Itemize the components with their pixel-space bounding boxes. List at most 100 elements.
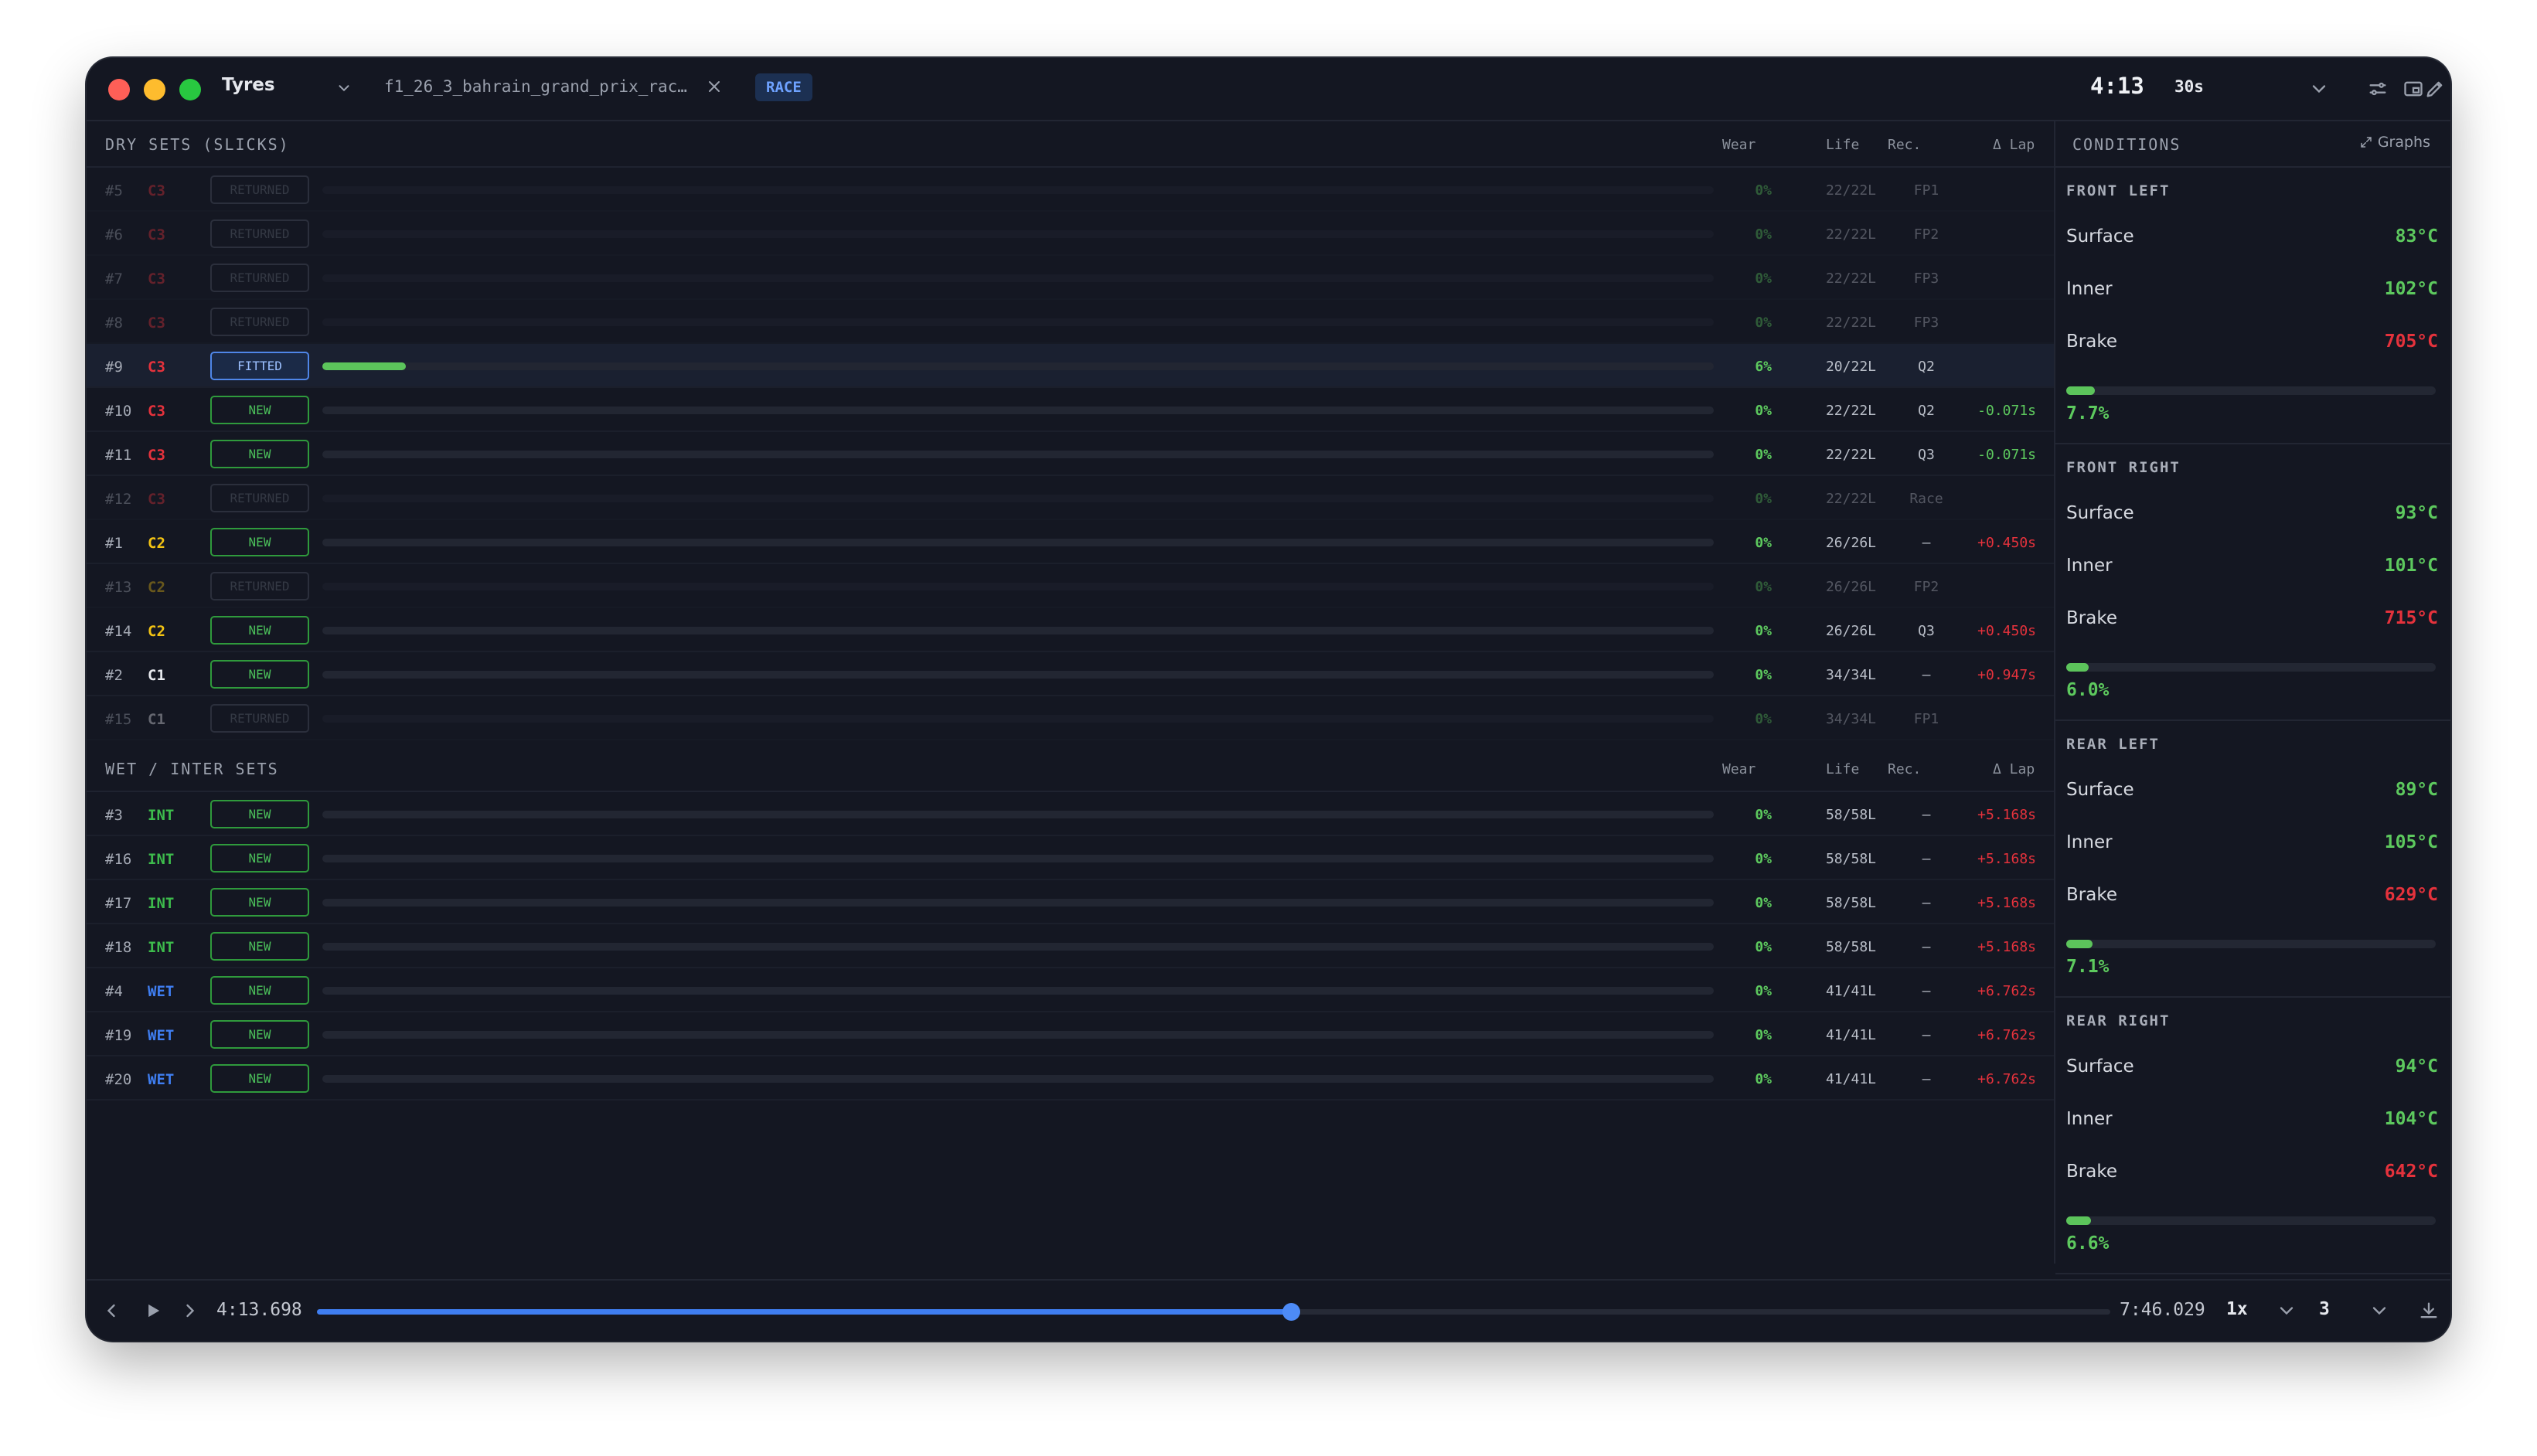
status-badge: RETURNED (210, 572, 309, 600)
tyre-corner-card: FRONT LEFT Surface 83°C Inner 102°C Brake 705°… (2055, 168, 2450, 444)
file-name[interactable]: f1_26_3_bahrain_grand_prix_rac… (384, 77, 687, 96)
compound-label: C2 (148, 623, 165, 640)
minimize-window-button[interactable] (144, 79, 165, 100)
table-row[interactable]: #20 WET NEW 0% 41/41L — +6.762s (87, 1056, 2054, 1101)
status-badge: NEW (210, 976, 309, 1005)
table-row[interactable]: #12 C3 RETURNED 0% 22/22L Race (87, 476, 2054, 520)
table-row[interactable]: #8 C3 RETURNED 0% 22/22L FP3 (87, 300, 2054, 344)
corner-title: REAR RIGHT (2066, 1012, 2171, 1029)
set-id: #1 (105, 535, 123, 552)
table-row[interactable]: #13 C2 RETURNED 0% 26/26L FP2 (87, 564, 2054, 608)
table-row[interactable]: #1 C2 NEW 0% 26/26L — +0.450s (87, 520, 2054, 564)
sliders-icon[interactable] (2367, 78, 2389, 100)
life-value: 22/22L (1825, 447, 1876, 463)
table-row[interactable]: #14 C2 NEW 0% 26/26L Q3 +0.450s (87, 608, 2054, 652)
corner-wear-fill (2066, 663, 2089, 672)
chevron-down-icon[interactable] (2368, 1300, 2390, 1322)
playback-speed-select[interactable]: 1x (2226, 1299, 2248, 1319)
table-row[interactable]: #5 C3 RETURNED 0% 22/22L FP1 (87, 168, 2054, 212)
set-id: #4 (105, 983, 123, 1000)
recommended-session: — (1922, 895, 1931, 911)
close-window-button[interactable] (108, 79, 130, 100)
set-id: #12 (105, 491, 132, 508)
lap-count-select[interactable]: 3 (2319, 1299, 2330, 1319)
dry-sets-title: DRY SETS (SLICKS) (105, 135, 290, 154)
recommended-session: Q2 (1918, 403, 1935, 419)
recommended-session: Q3 (1918, 623, 1935, 639)
interval-select[interactable]: 30s (2174, 77, 2204, 96)
set-id: #9 (105, 359, 123, 376)
chevron-down-icon[interactable] (335, 80, 352, 97)
corner-title: FRONT LEFT (2066, 182, 2171, 199)
set-id: #20 (105, 1071, 132, 1088)
wet-sets-header: WET / INTER SETS Wear Life Rec. Δ Lap (87, 746, 2054, 792)
compound-label: WET (148, 983, 175, 1000)
table-row[interactable]: #6 C3 RETURNED 0% 22/22L FP2 (87, 212, 2054, 256)
recommended-session: Q2 (1918, 359, 1935, 375)
table-row[interactable]: #11 C3 NEW 0% 22/22L Q3 -0.071s (87, 432, 2054, 476)
wear-bar (322, 407, 1714, 414)
table-row[interactable]: #16 INT NEW 0% 58/58L — +5.168s (87, 836, 2054, 880)
table-row[interactable]: #4 WET NEW 0% 41/41L — +6.762s (87, 968, 2054, 1012)
status-badge: NEW (210, 528, 309, 556)
delta-lap: +0.947s (1977, 667, 2036, 683)
compound-label: WET (148, 1071, 175, 1088)
table-row[interactable]: #9 C3 FITTED 6% 20/22L Q2 (87, 344, 2054, 388)
maximize-window-button[interactable] (179, 79, 201, 100)
status-badge: NEW (210, 844, 309, 873)
metric-value-surface: 83°C (2395, 226, 2438, 247)
life-value: 26/26L (1825, 535, 1876, 551)
table-row[interactable]: #18 INT NEW 0% 58/58L — +5.168s (87, 924, 2054, 968)
corner-wear-bar (2066, 940, 2436, 948)
timeline-scrubber[interactable] (317, 1303, 2110, 1321)
table-row[interactable]: #17 INT NEW 0% 58/58L — +5.168s (87, 880, 2054, 924)
status-badge: NEW (210, 1064, 309, 1093)
chevron-left-icon[interactable] (100, 1300, 122, 1322)
window-icon[interactable] (2402, 78, 2424, 100)
life-value: 34/34L (1825, 667, 1876, 683)
compound-label: C2 (148, 579, 165, 596)
table-row[interactable]: #19 WET NEW 0% 41/41L — +6.762s (87, 1012, 2054, 1056)
life-value: 20/22L (1825, 359, 1876, 375)
metric-label-surface: Surface (2066, 503, 2134, 523)
timeline-progress (317, 1309, 1291, 1315)
table-row[interactable]: #10 C3 NEW 0% 22/22L Q2 -0.071s (87, 388, 2054, 432)
wear-bar (322, 1031, 1714, 1039)
wear-bar (322, 362, 1714, 370)
chevron-down-icon[interactable] (2308, 78, 2330, 100)
chevron-right-icon[interactable] (179, 1300, 201, 1322)
recommended-session: — (1922, 535, 1931, 551)
set-id: #10 (105, 403, 132, 420)
close-icon[interactable] (705, 77, 724, 96)
corner-wear-percent: 6.0% (2066, 680, 2110, 700)
wear-bar (322, 671, 1714, 679)
metric-value-brake: 715°C (2384, 608, 2438, 628)
metric-value-brake: 642°C (2384, 1162, 2438, 1182)
status-badge: NEW (210, 396, 309, 424)
set-id: #3 (105, 807, 123, 824)
life-value: 41/41L (1825, 1071, 1876, 1087)
chevron-down-icon[interactable] (2276, 1300, 2297, 1322)
table-row[interactable]: #15 C1 RETURNED 0% 34/34L FP1 (87, 696, 2054, 740)
wear-bar (322, 539, 1714, 546)
session-clock: 4:13 (2090, 73, 2144, 99)
pencil-icon[interactable] (2424, 78, 2446, 100)
metric-value-inner: 102°C (2384, 279, 2438, 299)
graphs-button[interactable]: Graphs (2359, 134, 2430, 151)
app-title[interactable]: Tyres (222, 75, 275, 95)
table-row[interactable]: #7 C3 RETURNED 0% 22/22L FP3 (87, 256, 2054, 300)
wear-value: 0% (1755, 403, 1772, 419)
recommended-session: FP1 (1913, 711, 1939, 727)
metric-label-inner: Inner (2066, 556, 2113, 576)
metric-label-brake: Brake (2066, 332, 2117, 352)
table-row[interactable]: #3 INT NEW 0% 58/58L — +5.168s (87, 792, 2054, 836)
status-badge: RETURNED (210, 484, 309, 512)
status-badge: NEW (210, 1020, 309, 1049)
table-row[interactable]: #2 C1 NEW 0% 34/34L — +0.947s (87, 652, 2054, 696)
timeline-handle[interactable] (1282, 1303, 1300, 1321)
delta-lap: +6.762s (1977, 1071, 2036, 1087)
compound-label: C3 (148, 447, 165, 464)
session-badge: RACE (755, 73, 812, 101)
play-icon[interactable] (142, 1300, 164, 1322)
download-icon[interactable] (2418, 1300, 2440, 1322)
